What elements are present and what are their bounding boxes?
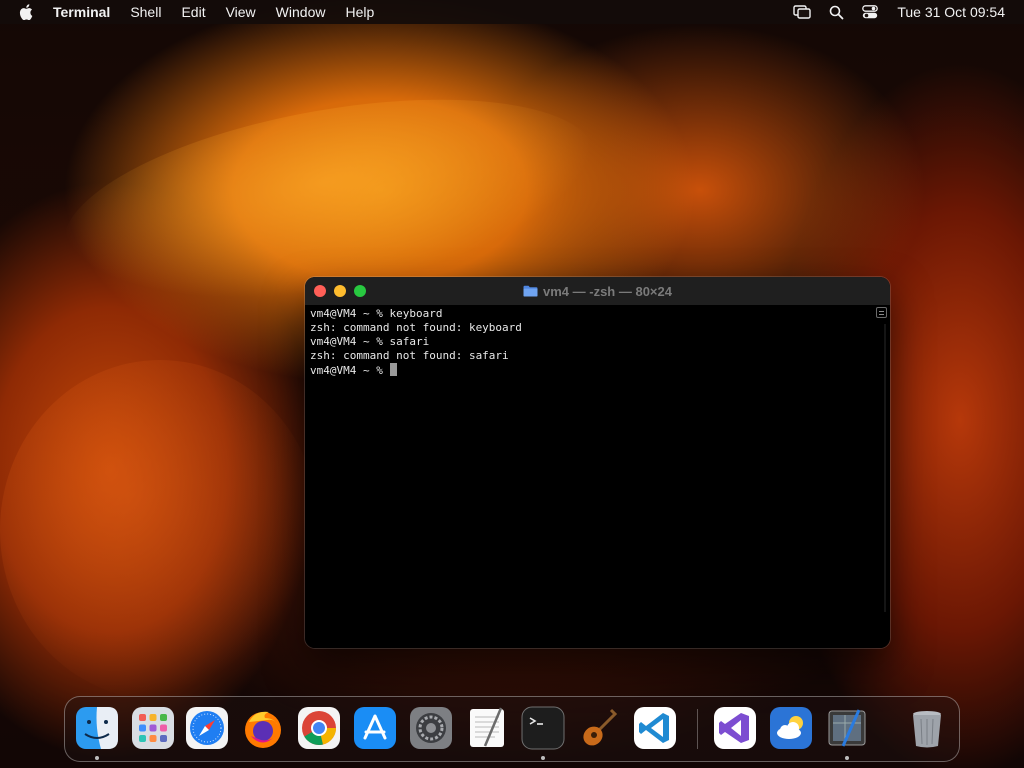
- running-indicator: [845, 756, 849, 760]
- menu-view[interactable]: View: [226, 0, 256, 24]
- menu-app-name[interactable]: Terminal: [53, 0, 110, 24]
- garageband-icon[interactable]: [577, 706, 621, 750]
- search-icon[interactable]: [827, 3, 845, 21]
- terminal-line: zsh: command not found: safari: [310, 349, 509, 362]
- launchpad-icon[interactable]: [131, 706, 175, 750]
- trash-icon[interactable]: [905, 706, 949, 750]
- menu-clock[interactable]: Tue 31 Oct 09:54: [897, 4, 1005, 20]
- dock: [64, 696, 960, 762]
- preview-icon[interactable]: [825, 706, 869, 750]
- terminal-titlebar[interactable]: vm4 — -zsh — 80×24: [305, 277, 890, 305]
- terminal-output[interactable]: vm4@VM4 ~ % keyboard zsh: command not fo…: [305, 305, 890, 648]
- window-title: vm4 — -zsh — 80×24: [305, 277, 890, 305]
- terminal-window[interactable]: vm4 — -zsh — 80×24 vm4@VM4 ~ % keyboard …: [305, 277, 890, 648]
- textedit-icon[interactable]: [465, 706, 509, 750]
- terminal-line: zsh: command not found: keyboard: [310, 321, 522, 334]
- terminal-prompt: vm4@VM4 ~ %: [310, 364, 390, 377]
- split-pane-icon[interactable]: [876, 307, 887, 318]
- terminal-line: vm4@VM4 ~ % safari: [310, 335, 430, 348]
- screen-mirroring-icon[interactable]: [793, 3, 812, 21]
- text-cursor: [390, 363, 398, 376]
- weather-icon[interactable]: [769, 706, 813, 750]
- running-indicator: [541, 756, 545, 760]
- menu-bar: Terminal Shell Edit View Window Help Tue…: [0, 0, 1024, 24]
- system-settings-icon[interactable]: [409, 706, 453, 750]
- finder-icon[interactable]: [75, 706, 119, 750]
- vscode-icon[interactable]: [633, 706, 677, 750]
- scrollbar[interactable]: [884, 324, 886, 612]
- app-store-icon[interactable]: [353, 706, 397, 750]
- terminal-icon[interactable]: [521, 706, 565, 750]
- apple-logo-icon[interactable]: [16, 2, 36, 22]
- window-title-text: vm4 — -zsh — 80×24: [543, 283, 672, 299]
- menu-window[interactable]: Window: [276, 0, 326, 24]
- terminal-line: vm4@VM4 ~ % keyboard: [310, 307, 443, 320]
- firefox-icon[interactable]: [241, 706, 285, 750]
- visual-studio-icon[interactable]: [713, 706, 757, 750]
- running-indicator: [95, 756, 99, 760]
- menu-shell[interactable]: Shell: [130, 0, 161, 24]
- menu-edit[interactable]: Edit: [181, 0, 205, 24]
- safari-icon[interactable]: [185, 706, 229, 750]
- control-center-icon[interactable]: [861, 3, 879, 21]
- dock-separator: [697, 709, 698, 749]
- menu-help[interactable]: Help: [345, 0, 374, 24]
- folder-icon: [523, 285, 538, 297]
- terminal-prompt-line[interactable]: vm4@VM4 ~ %: [310, 363, 890, 377]
- chrome-icon[interactable]: [297, 706, 341, 750]
